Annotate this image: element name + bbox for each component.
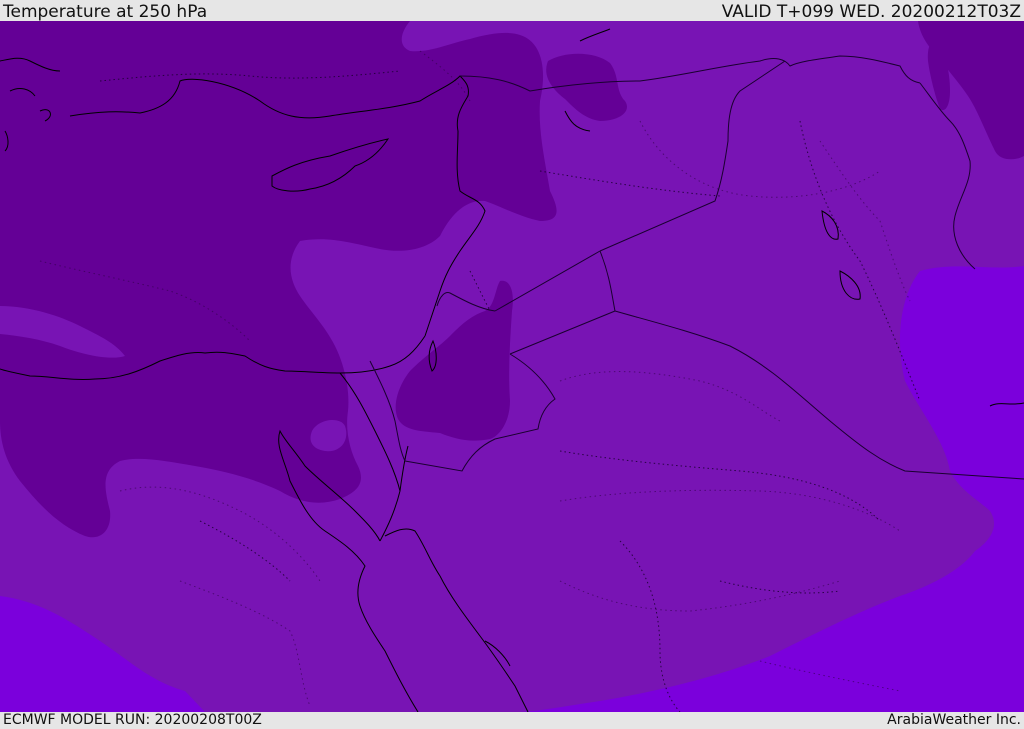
- valid-time: VALID T+099 WED. 20200212T03Z: [721, 2, 1021, 22]
- map-header: Temperature at 250 hPa VALID T+099 WED. …: [0, 0, 1024, 21]
- map-title: Temperature at 250 hPa: [3, 2, 208, 22]
- map-footer: ECMWF MODEL RUN: 20200208T00Z ArabiaWeat…: [0, 712, 1024, 729]
- model-run: ECMWF MODEL RUN: 20200208T00Z: [3, 712, 262, 728]
- credit: ArabiaWeather Inc.: [887, 712, 1021, 728]
- temperature-map: [0, 21, 1024, 712]
